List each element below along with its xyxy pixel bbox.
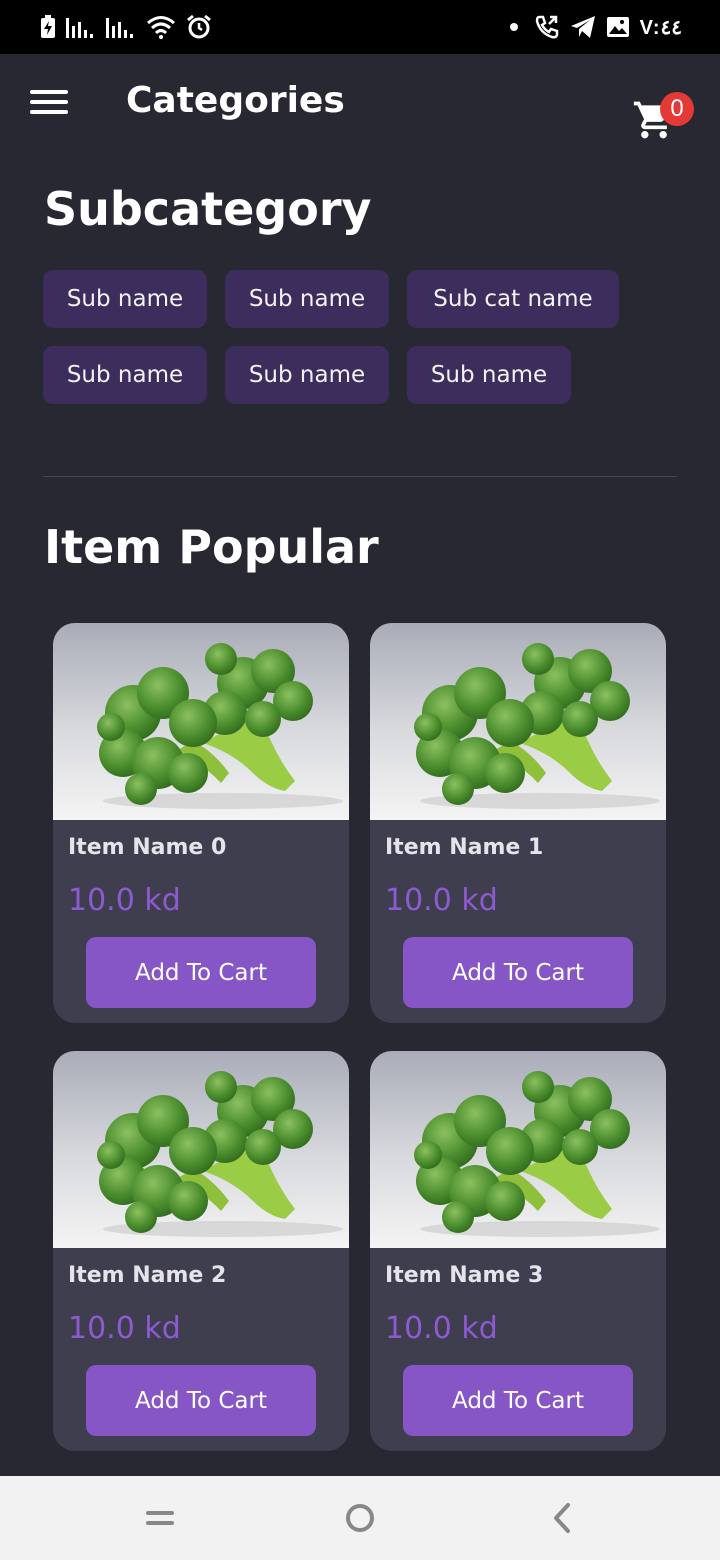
battery-saver-icon [40, 15, 56, 39]
status-right-icons: V:٤٤ [509, 14, 682, 40]
alarm-icon [186, 14, 212, 40]
signal-icon [106, 16, 136, 38]
page-title: Categories [126, 80, 345, 121]
telegram-icon [570, 15, 596, 39]
image-icon [606, 16, 630, 38]
product-name: Item Name 2 [68, 1263, 227, 1288]
add-to-cart-button[interactable]: Add To Cart [403, 937, 633, 1008]
signal-icon [66, 16, 96, 38]
product-image [53, 1051, 349, 1248]
back-icon[interactable] [540, 1496, 584, 1540]
recent-apps-icon[interactable] [138, 1496, 182, 1540]
product-card[interactable]: Item Name 3 10.0 kd Add To Cart [370, 1051, 666, 1451]
product-name: Item Name 3 [385, 1263, 544, 1288]
cart-count-badge: 0 [660, 92, 694, 126]
app-bar: Categories 0 [0, 54, 720, 164]
product-card[interactable]: Item Name 0 10.0 kd Add To Cart [53, 623, 349, 1023]
add-to-cart-button[interactable]: Add To Cart [86, 1365, 316, 1436]
subcategory-chip[interactable]: Sub name [407, 346, 571, 404]
product-card[interactable]: Item Name 2 10.0 kd Add To Cart [53, 1051, 349, 1451]
section-divider [43, 476, 677, 477]
product-price: 10.0 kd [385, 1311, 498, 1346]
popular-title: Item Popular [44, 520, 379, 574]
status-bar: V:٤٤ [0, 0, 720, 54]
subcategory-title: Subcategory [44, 182, 372, 236]
product-name: Item Name 0 [68, 835, 227, 860]
product-image [53, 623, 349, 820]
product-price: 10.0 kd [68, 883, 181, 918]
product-image [370, 623, 666, 820]
subcategory-chip[interactable]: Sub cat name [407, 270, 619, 328]
system-nav-bar [0, 1476, 720, 1560]
subcategory-chip[interactable]: Sub name [43, 270, 207, 328]
subcategory-chip[interactable]: Sub name [225, 270, 389, 328]
wifi-icon [146, 15, 176, 39]
add-to-cart-button[interactable]: Add To Cart [86, 937, 316, 1008]
home-icon[interactable] [338, 1496, 382, 1540]
subcategory-chip[interactable]: Sub name [225, 346, 389, 404]
product-card[interactable]: Item Name 1 10.0 kd Add To Cart [370, 623, 666, 1023]
product-image [370, 1051, 666, 1248]
product-price: 10.0 kd [385, 883, 498, 918]
add-to-cart-button[interactable]: Add To Cart [403, 1365, 633, 1436]
subcategory-chip[interactable]: Sub name [43, 346, 207, 404]
product-name: Item Name 1 [385, 835, 544, 860]
notification-dot-icon [509, 23, 518, 31]
call-icon [534, 14, 560, 40]
product-price: 10.0 kd [68, 1311, 181, 1346]
status-time: V:٤٤ [639, 16, 682, 39]
status-left-icons [40, 14, 212, 40]
menu-icon[interactable] [30, 90, 68, 118]
